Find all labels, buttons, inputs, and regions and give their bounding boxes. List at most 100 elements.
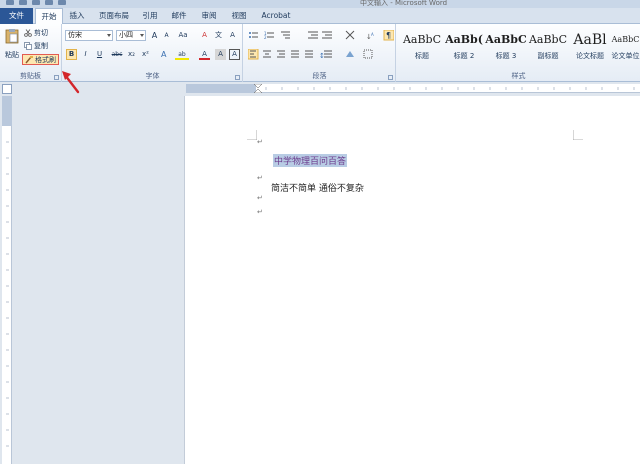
text-effects-icon: A	[161, 50, 167, 59]
style-sample: AaBbC	[402, 33, 442, 46]
tab-view[interactable]: 视图	[226, 8, 252, 24]
svg-text:2: 2	[264, 35, 267, 40]
line-spacing-icon[interactable]: ↕	[319, 50, 332, 60]
sort-icon[interactable]: ↓ A	[366, 32, 374, 41]
tab-page-layout[interactable]: 页面布局	[94, 8, 134, 24]
first-line-indent-marker	[253, 84, 263, 89]
align-right-icon[interactable]	[277, 50, 285, 58]
justify-icon[interactable]	[291, 50, 299, 58]
decrease-indent-icon[interactable]	[308, 31, 318, 39]
style-name: 副标题	[537, 52, 559, 60]
paragraph-launcher-icon[interactable]	[388, 75, 393, 80]
underline-button[interactable]: U	[94, 49, 105, 60]
quick-print-icon[interactable]	[58, 0, 66, 5]
borders-icon[interactable]	[363, 49, 373, 59]
svg-text:A: A	[371, 32, 374, 37]
align-left-icon[interactable]	[248, 49, 259, 60]
numbering-icon[interactable]: 12	[264, 31, 274, 40]
svg-text:↕: ↕	[319, 52, 325, 60]
undo-icon[interactable]	[32, 0, 40, 5]
style-name: 标题	[415, 52, 429, 60]
document-page[interactable]: ↵ 中学物理百问百答 ↵ 简洁不简单 通俗不复杂 ↵ ↵	[184, 96, 640, 464]
style-heading-2[interactable]: AaBb( 标题 2	[443, 30, 485, 70]
margin-corner-top-right	[573, 130, 583, 140]
paragraph-mark: ↵	[257, 174, 263, 182]
cut-button[interactable]: 剪切	[24, 28, 48, 38]
clipboard-group-label: 剪贴板	[20, 72, 41, 80]
font-name-combo[interactable]: 仿宋	[65, 30, 113, 41]
window-title: 中文输入 - Microsoft Word	[360, 0, 448, 7]
paragraph-group-label: 段落	[312, 72, 327, 80]
copy-button[interactable]: 复制	[24, 41, 48, 51]
tab-home[interactable]: 开始	[35, 8, 63, 25]
format-painter-button[interactable]: 格式刷	[22, 54, 59, 65]
italic-button[interactable]: I	[80, 49, 91, 60]
redo-icon[interactable]	[45, 0, 53, 5]
paste-button[interactable]: 粘贴	[3, 28, 21, 60]
clipboard-launcher-icon[interactable]	[54, 75, 59, 80]
ruler-toggle-button[interactable]	[2, 84, 12, 94]
style-paper-unit[interactable]: AaBbC 论文单位	[611, 30, 640, 70]
align-center-icon[interactable]	[263, 50, 271, 58]
distributed-icon[interactable]	[305, 50, 313, 58]
increase-indent-icon[interactable]	[322, 31, 332, 39]
shrink-font-button[interactable]: A	[161, 30, 172, 41]
enclose-char-button[interactable]: A	[227, 30, 238, 41]
brush-icon	[25, 55, 33, 63]
style-paper-title[interactable]: AaBl 论文标题	[569, 30, 611, 70]
show-marks-icon[interactable]: ¶	[383, 30, 394, 41]
bullets-icon[interactable]	[249, 32, 258, 38]
character-shading-button[interactable]: A	[215, 49, 226, 60]
horizontal-ruler[interactable]	[186, 84, 640, 93]
font-color-button[interactable]: A	[199, 49, 210, 60]
tab-acrobat[interactable]: Acrobat	[256, 8, 296, 24]
svg-text:¶: ¶	[386, 31, 391, 40]
vertical-ruler[interactable]	[2, 96, 12, 464]
change-case-button[interactable]: Aa	[175, 30, 191, 41]
subscript-button[interactable]: x₂	[126, 49, 137, 60]
character-border-button[interactable]: A	[229, 49, 240, 60]
style-sample: AaBbC	[528, 33, 568, 46]
tab-mailings[interactable]: 邮件	[166, 8, 192, 24]
quick-access-toolbar	[6, 0, 66, 6]
document-heading-line[interactable]: 中学物理百问百答	[273, 154, 348, 167]
style-name: 标题 2	[453, 52, 475, 60]
paragraph-group: 12 ↓ A ¶ ↕ 段落	[244, 24, 396, 82]
style-sample: AaBbC	[611, 35, 640, 44]
ruler-ticks	[253, 84, 635, 93]
style-heading-3[interactable]: AaBbC 标题 3	[485, 30, 527, 70]
style-title[interactable]: AaBbC 标题	[401, 30, 443, 70]
clear-formatting-button[interactable]: A	[199, 30, 210, 41]
svg-text:A: A	[161, 50, 167, 58]
tab-insert[interactable]: 插入	[64, 8, 90, 24]
paragraph-top-row: 12 ↓ A ¶	[249, 30, 394, 41]
ribbon: 粘贴 剪切 复制 格式刷 剪贴板 仿宋 小四 A A Aa A 文 A B I	[0, 24, 640, 82]
margin-corner-top-left	[247, 130, 257, 140]
phonetic-guide-button[interactable]: 文	[213, 30, 224, 41]
font-size-combo[interactable]: 小四	[116, 30, 146, 41]
text-effects-button[interactable]: A	[159, 49, 170, 60]
superscript-button[interactable]: x²	[140, 49, 151, 60]
cut-label: 剪切	[34, 29, 48, 37]
shading-icon[interactable]	[346, 51, 354, 57]
format-painter-label: 格式刷	[35, 55, 56, 64]
font-launcher-icon[interactable]	[235, 75, 240, 80]
highlight-button[interactable]: ab	[175, 49, 189, 60]
bold-button[interactable]: B	[66, 49, 77, 60]
font-group-label: 字体	[145, 72, 160, 80]
save-icon[interactable]	[19, 0, 27, 5]
font-group: 仿宋 小四 A A Aa A 文 A B I U abc x₂ x² A ab …	[63, 24, 243, 82]
tab-review[interactable]: 审阅	[196, 8, 222, 24]
style-sample: AaBbC	[485, 33, 527, 46]
paste-label: 粘贴	[5, 51, 19, 59]
strikethrough-button[interactable]: abc	[110, 49, 124, 60]
tab-file[interactable]: 文件	[0, 8, 33, 24]
document-body-line[interactable]: 简洁不简单 通俗不复杂	[271, 181, 364, 194]
grow-font-button[interactable]: A	[149, 30, 160, 41]
multilevel-list-icon[interactable]	[281, 31, 290, 39]
paragraph-bottom-row: ↕	[248, 49, 373, 60]
paste-icon	[5, 29, 19, 44]
style-subtitle[interactable]: AaBbC 副标题	[527, 30, 569, 70]
tab-references[interactable]: 引用	[138, 8, 162, 24]
chinese-layout-icon[interactable]	[345, 30, 355, 40]
